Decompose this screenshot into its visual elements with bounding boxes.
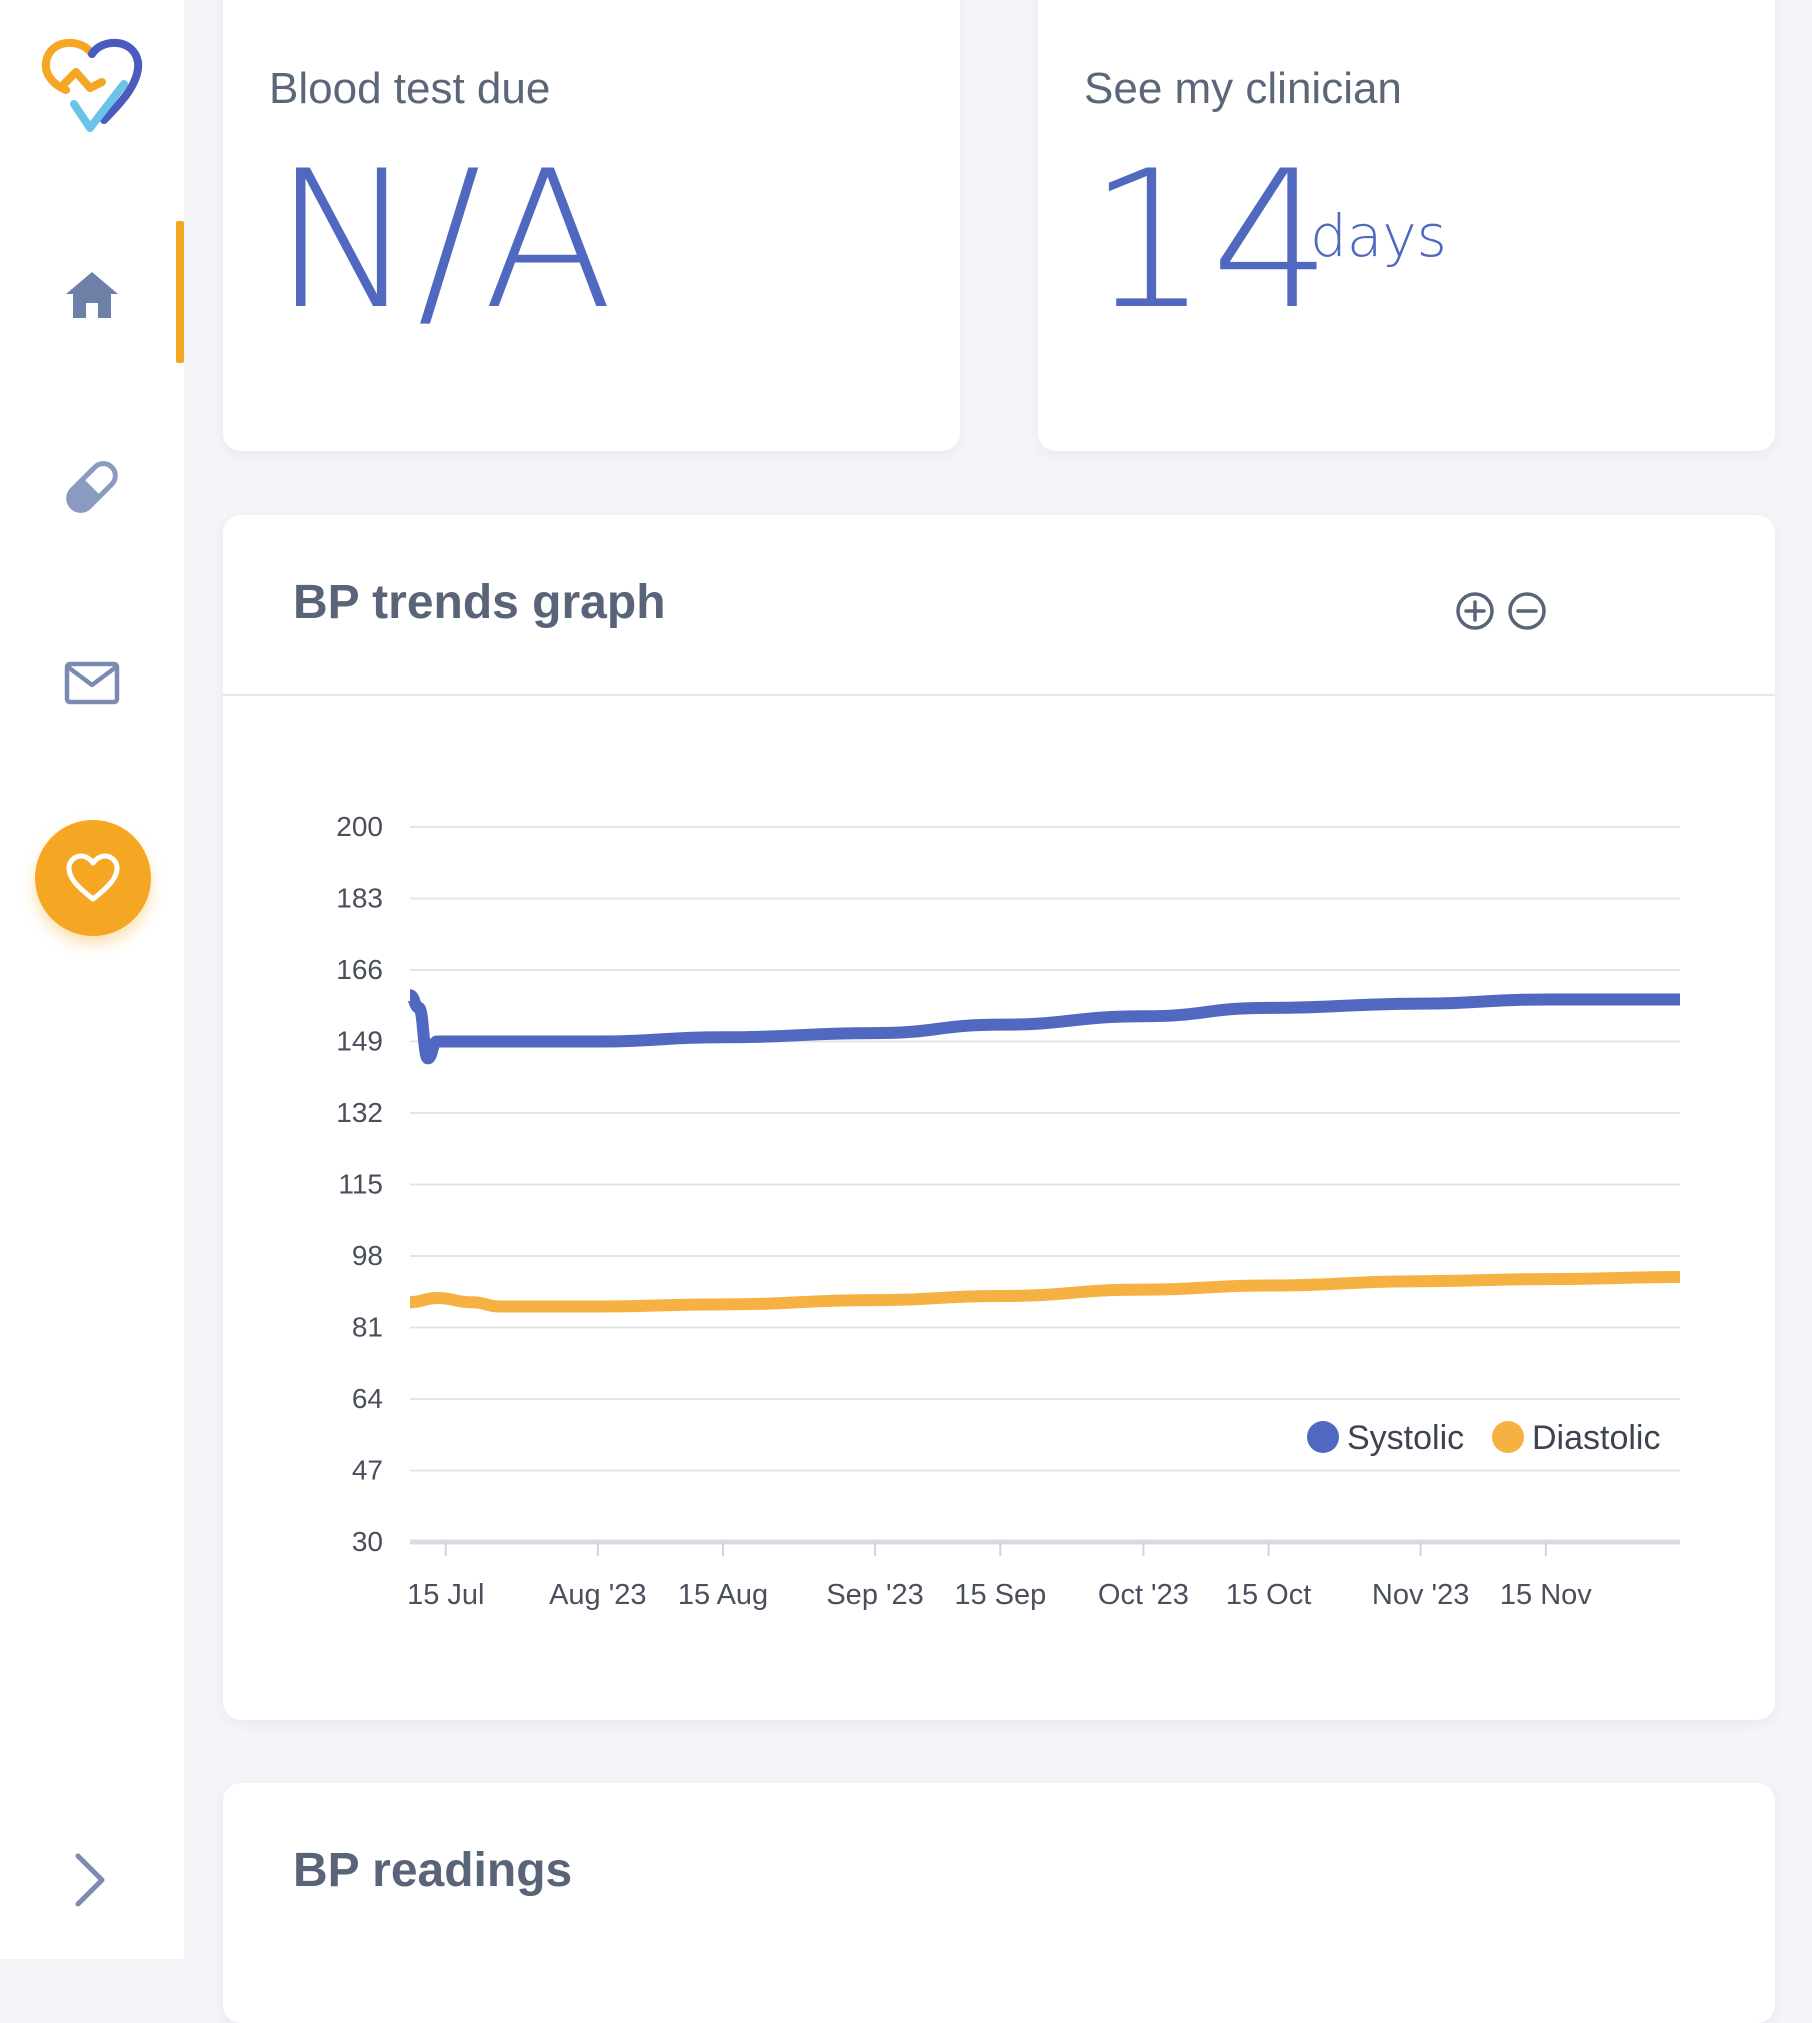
graph-title: BP trends graph — [293, 576, 666, 629]
x-tick-label: 15 Aug — [678, 1579, 768, 1611]
sidebar — [0, 0, 184, 1959]
y-tick-label: 149 — [336, 1026, 383, 1057]
y-tick-label: 64 — [352, 1383, 383, 1414]
y-tick-label: 98 — [352, 1240, 383, 1271]
blood-test-card: Blood test due N/A — [223, 0, 960, 451]
sidebar-item-messages[interactable] — [0, 613, 184, 753]
heart-icon — [66, 853, 120, 902]
bp-readings-card: BP readings — [223, 1783, 1775, 2023]
sidebar-item-home[interactable] — [0, 225, 184, 365]
clinician-days-unit: days — [1310, 202, 1447, 270]
bp-trends-chart: 200 183 166 149 132 115 98 81 64 47 30 15 Jul Aug '2… — [336, 811, 1681, 1611]
x-tick-label: Sep '23 — [826, 1579, 923, 1611]
health-heart-button[interactable] — [35, 820, 151, 936]
legend-label-systolic: Systolic — [1347, 1419, 1464, 1457]
expand-sidebar-button[interactable] — [60, 1845, 120, 1915]
series-line-systolic — [406, 989, 1680, 1065]
legend-marker-systolic — [1307, 1421, 1339, 1453]
x-tick-label: 15 Jul — [407, 1579, 484, 1611]
active-nav-indicator — [176, 221, 184, 363]
legend-label-diastolic: Diastolic — [1532, 1419, 1660, 1457]
pill-icon — [66, 461, 118, 513]
zoom-out-icon[interactable] — [1506, 590, 1548, 632]
home-icon — [66, 272, 118, 318]
x-tick-label: Aug '23 — [549, 1579, 646, 1611]
y-tick-label: 200 — [336, 811, 383, 842]
x-tick-label: 15 Oct — [1226, 1579, 1311, 1611]
clinician-days-value: 14 — [1088, 130, 1334, 351]
series-line-diastolic — [409, 1271, 1681, 1313]
y-tick-label: 132 — [336, 1097, 383, 1128]
zoom-in-icon[interactable] — [1454, 590, 1496, 632]
y-tick-label: 166 — [336, 954, 383, 985]
bp-trends-card: BP trends graph 200 183 166 149 132 115 98 81 64… — [223, 515, 1775, 1720]
y-tick-label: 81 — [352, 1312, 383, 1343]
legend-marker-diastolic — [1492, 1421, 1524, 1453]
x-tick-label: 15 Nov — [1500, 1579, 1592, 1611]
heart-check-logo-icon — [41, 38, 143, 132]
clinician-title: See my clinician — [1084, 64, 1402, 113]
y-tick-label: 30 — [352, 1526, 383, 1557]
y-tick-label: 183 — [336, 883, 383, 914]
x-tick-label: Nov '23 — [1372, 1579, 1469, 1611]
graph-header-divider — [223, 694, 1775, 696]
blood-test-value: N/A — [273, 130, 616, 351]
chevron-right-icon — [75, 1853, 105, 1907]
readings-title: BP readings — [293, 1844, 573, 1897]
x-tick-label: 15 Sep — [954, 1579, 1046, 1611]
sidebar-item-medication[interactable] — [0, 417, 184, 557]
mail-icon — [64, 661, 120, 705]
x-tick-label: Oct '23 — [1098, 1579, 1189, 1611]
y-tick-label: 115 — [338, 1169, 383, 1200]
blood-test-title: Blood test due — [269, 64, 551, 113]
clinician-card: See my clinician 14 days — [1038, 0, 1775, 451]
y-tick-label: 47 — [352, 1455, 383, 1486]
